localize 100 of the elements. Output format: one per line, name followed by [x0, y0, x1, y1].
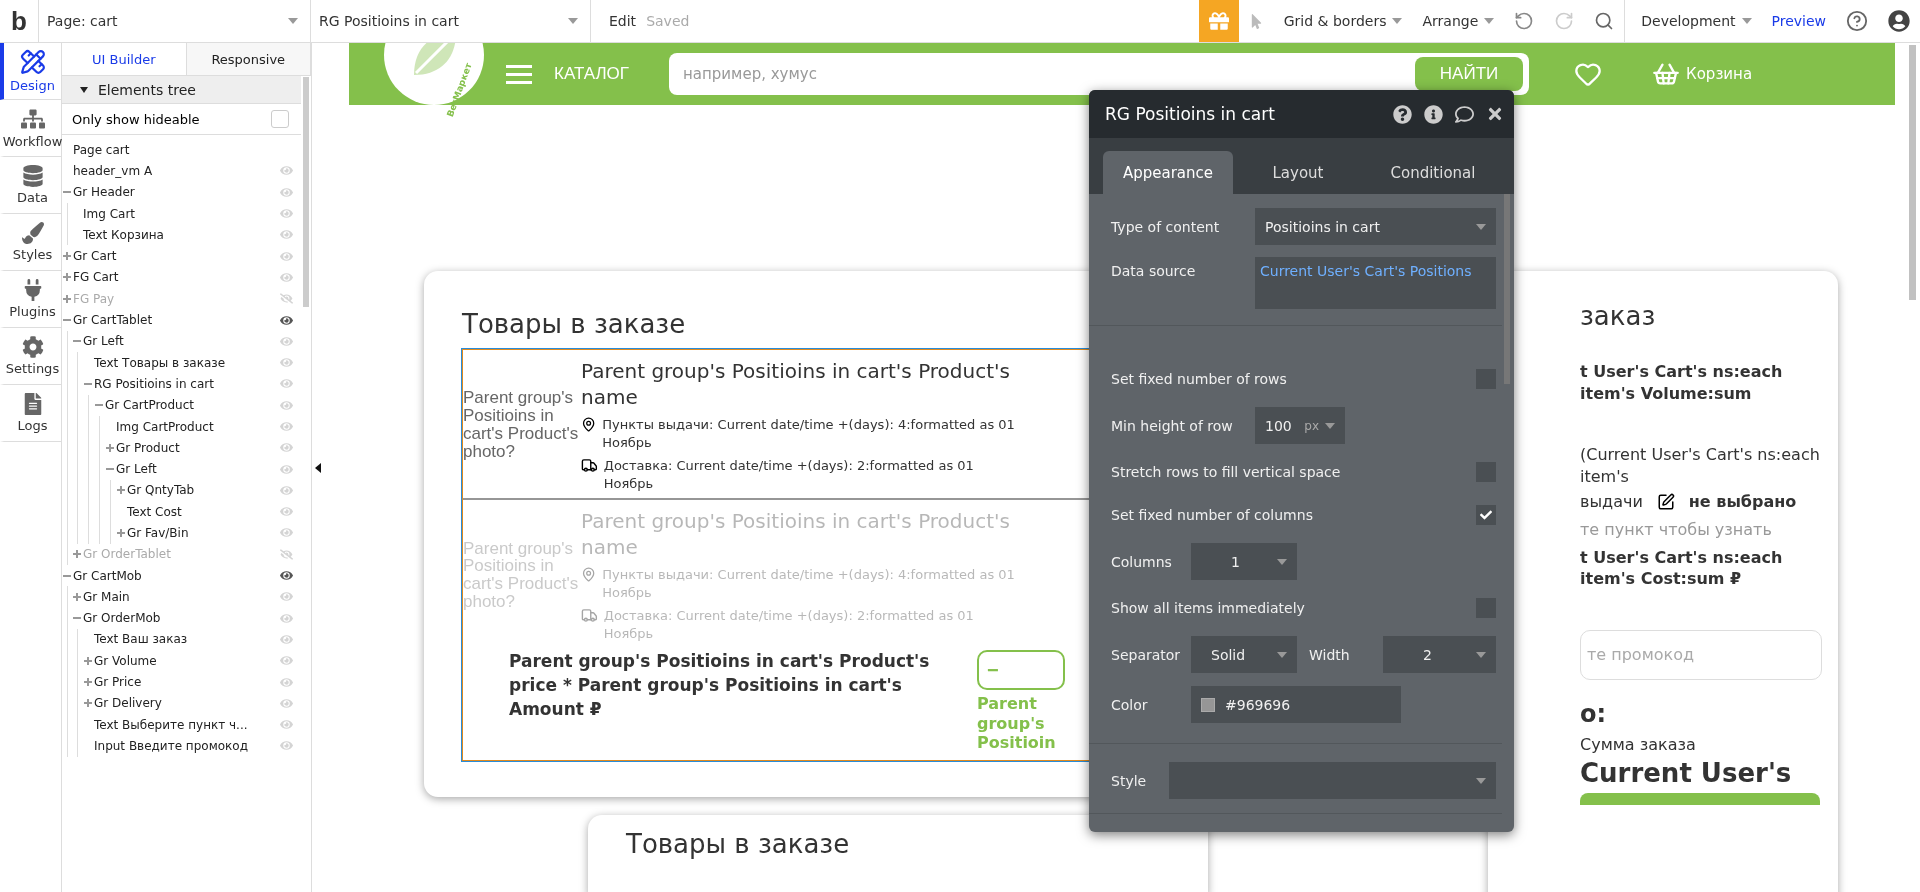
- section-title: Товары в заказе: [626, 828, 851, 859]
- tree-item[interactable]: Gr Left: [116, 462, 280, 477]
- tree-item[interactable]: Img CartProduct: [116, 419, 280, 434]
- eye-icon[interactable]: [280, 313, 293, 327]
- environment-select[interactable]: Development: [1631, 13, 1762, 29]
- settings-icon: [21, 336, 44, 358]
- price-text: Parent group's Positioins in cart's Product's price * Parent group's Positioins in cart's Amount ₽: [509, 650, 931, 721]
- tree-item[interactable]: Gr Volume: [94, 653, 280, 668]
- tree-item[interactable]: Page cart: [73, 142, 293, 157]
- tree-item[interactable]: Gr Cart: [73, 249, 280, 264]
- tree-item[interactable]: FG Cart: [73, 270, 280, 285]
- sidebar-tab[interactable]: Workflow: [0, 100, 61, 157]
- heart-icon[interactable]: [1574, 60, 1603, 88]
- sidebar-tab[interactable]: Data: [0, 157, 61, 214]
- field-label: Set fixed number of columns: [1111, 507, 1313, 523]
- expand-icon[interactable]: [83, 677, 93, 688]
- color-field[interactable]: #969696: [1191, 686, 1401, 723]
- expand-icon[interactable]: [83, 655, 93, 666]
- scrollbar[interactable]: [1504, 194, 1510, 384]
- expand-icon[interactable]: [62, 272, 72, 283]
- columns-select[interactable]: 1: [1191, 543, 1297, 580]
- tree-item[interactable]: Gr OrderMob: [83, 611, 280, 626]
- comment-icon[interactable]: [1455, 104, 1474, 124]
- tree-item[interactable]: Gr CartProduct: [105, 398, 280, 413]
- field-label: Show all items immediately: [1111, 600, 1305, 616]
- field-label: Set fixed number of rows: [1111, 371, 1287, 387]
- separator-select[interactable]: Solid: [1191, 636, 1297, 673]
- filter-label: Only show hideable: [72, 111, 200, 127]
- tree-item[interactable]: Gr Main: [83, 589, 280, 604]
- photo-placeholder: Parent group's Positioins in cart's Product's photo?: [463, 389, 580, 461]
- sidebar-tab[interactable]: Logs: [0, 385, 61, 442]
- type-select[interactable]: Positioins in cart: [1255, 208, 1496, 245]
- tree-item[interactable]: Gr CartMob: [73, 568, 280, 583]
- tree-item[interactable]: Gr QntyTab: [127, 483, 280, 498]
- preview-link[interactable]: Preview: [1761, 13, 1836, 29]
- panel-tab[interactable]: Appearance: [1103, 151, 1233, 194]
- toolbar-menu[interactable]: Arrange: [1412, 13, 1505, 29]
- expand-icon[interactable]: [83, 698, 93, 709]
- tree-item[interactable]: Gr Header: [73, 185, 280, 200]
- field-label: Separator: [1111, 646, 1182, 663]
- expand-icon[interactable]: [72, 549, 82, 560]
- checkbox[interactable]: [1476, 505, 1496, 525]
- field-label: Type of content: [1111, 218, 1221, 235]
- tree-item[interactable]: Gr Fav/Bin: [127, 526, 280, 540]
- sidebar-tab[interactable]: Plugins: [0, 271, 61, 328]
- collapse-arrow-icon[interactable]: [315, 462, 321, 473]
- expand-icon[interactable]: [105, 442, 115, 453]
- scrollbar[interactable]: [1909, 45, 1916, 300]
- tree-item[interactable]: Gr Left: [83, 334, 280, 349]
- quantity-text: Parent group's Positioin: [977, 694, 1057, 752]
- menu-icon[interactable]: [506, 64, 532, 84]
- sidebar-tab[interactable]: Styles: [0, 214, 61, 271]
- panel-tab[interactable]: Conditional: [1363, 151, 1503, 194]
- sidebar-tab[interactable]: Settings: [0, 328, 61, 385]
- app-logo[interactable]: b: [0, 5, 38, 37]
- sum-label: Сумма заказа: [1580, 734, 1697, 756]
- width-select[interactable]: 2: [1383, 636, 1496, 673]
- expand-icon[interactable]: [116, 528, 126, 538]
- tree-item[interactable]: Text Ваш заказ: [94, 632, 280, 647]
- eye-slash-icon[interactable]: [280, 547, 293, 561]
- total-title: о:: [1580, 698, 1608, 730]
- eye-slash-icon[interactable]: [280, 292, 293, 306]
- edit-icon[interactable]: [1656, 493, 1675, 512]
- help-icon[interactable]: [1393, 104, 1412, 124]
- expand-icon[interactable]: [62, 293, 72, 304]
- tree-item[interactable]: Gr Product: [116, 440, 280, 455]
- tree-item[interactable]: Text Корзина: [83, 227, 280, 242]
- panel-tab[interactable]: Responsive: [186, 43, 311, 75]
- tree-item[interactable]: header_vm A: [73, 163, 280, 178]
- field-label: Min height of row: [1111, 417, 1234, 434]
- tree-item[interactable]: Text Выберите пункт ч...: [94, 717, 280, 732]
- tree-item[interactable]: Input Введите промокод: [94, 738, 280, 753]
- tree-item[interactable]: Gr Delivery: [94, 696, 280, 711]
- truck-icon: [581, 457, 598, 475]
- gift-icon[interactable]: [1198, 0, 1239, 42]
- checkbox[interactable]: [271, 110, 289, 128]
- eye-icon[interactable]: [280, 569, 293, 583]
- close-icon[interactable]: [1486, 105, 1504, 123]
- number-field[interactable]: 100 px: [1255, 407, 1345, 444]
- panel-tab[interactable]: Layout: [1233, 151, 1363, 194]
- info-icon[interactable]: [1424, 104, 1443, 124]
- elements-tree-header[interactable]: Elements tree: [62, 76, 301, 104]
- save-status: Saved: [646, 13, 690, 29]
- edit-menu[interactable]: Edit: [599, 13, 647, 29]
- data-source-field[interactable]: Current User's Cart's Positions: [1255, 257, 1496, 309]
- toolbar-menu[interactable]: Grid & borders: [1273, 13, 1413, 29]
- element-select[interactable]: RG Positioins in cart: [310, 0, 590, 42]
- tree-item[interactable]: Gr Price: [94, 675, 280, 690]
- tree-item[interactable]: RG Positioins in cart: [94, 376, 280, 391]
- tree-item[interactable]: Img Cart: [83, 206, 280, 221]
- tree-item[interactable]: Text Cost: [127, 504, 280, 519]
- tree-item[interactable]: Text Товары в заказе: [94, 355, 280, 370]
- scrollbar[interactable]: [303, 77, 309, 307]
- section-title: Товары в заказе: [462, 309, 687, 339]
- expand-icon[interactable]: [72, 591, 82, 602]
- checkout-button[interactable]: [1580, 792, 1820, 805]
- tree-item[interactable]: Gr CartTablet: [73, 313, 280, 327]
- page-select[interactable]: Page: cart: [38, 0, 310, 42]
- expand-icon[interactable]: [62, 251, 72, 262]
- expand-icon[interactable]: [116, 485, 126, 496]
